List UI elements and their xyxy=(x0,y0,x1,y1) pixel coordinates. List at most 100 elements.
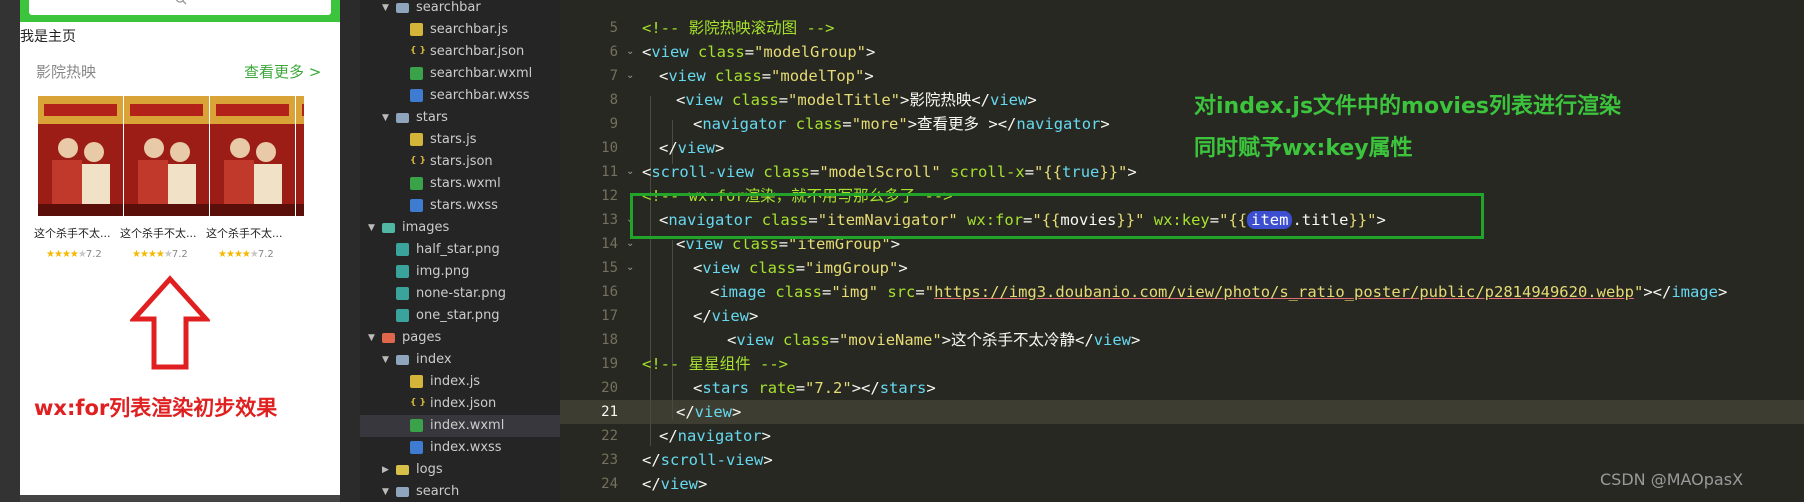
code-line[interactable]: <stars rate="7.2"></stars> xyxy=(693,376,936,400)
png-file-icon xyxy=(396,287,409,300)
code-token: view xyxy=(702,259,740,277)
code-token: > xyxy=(763,451,773,469)
tree-item-index-wxss[interactable]: index.wxss xyxy=(360,437,560,459)
tree-item-searchbar-json[interactable]: { } searchbar.json xyxy=(360,41,560,63)
tree-item-label: logs xyxy=(416,462,443,477)
code-token: view xyxy=(990,91,1028,109)
movie-poster[interactable] xyxy=(124,96,209,216)
code-token: > xyxy=(1717,283,1728,301)
code-line[interactable]: <navigator class="more">查看更多 ></navigato… xyxy=(693,112,1110,136)
tree-item-label: search xyxy=(416,484,460,499)
tree-item-index[interactable]: ▼ index xyxy=(360,349,560,371)
code-line[interactable]: </view> xyxy=(693,304,758,328)
code-line[interactable]: </navigator> xyxy=(659,424,771,448)
indent-guide xyxy=(650,96,651,446)
search-input[interactable] xyxy=(29,0,331,15)
effect-caption: wx:for列表渲染初步效果 xyxy=(34,396,278,420)
tree-item-searchbar-wxml[interactable]: searchbar.wxml xyxy=(360,63,560,85)
code-token: {{ xyxy=(1043,163,1063,181)
tree-item-searchbar-wxss[interactable]: searchbar.wxss xyxy=(360,85,560,107)
code-line[interactable]: <view class="modelTitle">影院热映</view> xyxy=(676,88,1037,112)
preview-bottom-edge xyxy=(20,495,340,502)
tree-item-logs[interactable]: ▶ logs xyxy=(360,459,560,481)
tree-item-label: stars.wxml xyxy=(430,176,501,191)
folder-icon xyxy=(382,333,395,343)
line-number: 22 xyxy=(601,428,618,444)
code-line[interactable]: <view class="modelTop"> xyxy=(659,64,874,88)
tree-item-images[interactable]: ▼ images xyxy=(360,217,560,239)
chevron-down-icon[interactable]: ▼ xyxy=(382,349,392,371)
code-token: > xyxy=(698,475,708,493)
tree-item-index-wxml[interactable]: index.wxml xyxy=(360,415,560,437)
tree-item-none-star-png[interactable]: none-star.png xyxy=(360,283,560,305)
code-token: </ xyxy=(676,403,695,421)
chevron-right-icon[interactable]: ▶ xyxy=(382,459,392,481)
code-line[interactable]: <image class="img" src="https://img3.dou… xyxy=(710,280,1727,304)
tree-item-stars-js[interactable]: stars.js xyxy=(360,129,560,151)
movie-poster[interactable] xyxy=(296,96,304,216)
code-token: navigator xyxy=(1016,115,1101,133)
code-line[interactable]: </scroll-view> xyxy=(642,448,773,472)
code-line[interactable]: <scroll-view class="modelScroll" scroll-… xyxy=(642,160,1137,184)
code-token: </ xyxy=(659,427,678,445)
tree-item-searchbar[interactable]: ▼ searchbar xyxy=(360,0,560,19)
code-line[interactable]: </view> xyxy=(659,136,724,160)
tree-item-index-js[interactable]: index.js xyxy=(360,371,560,393)
code-line[interactable]: <view class="movieName">这个杀手不太冷静</view> xyxy=(727,328,1140,352)
tree-item-search[interactable]: ▼ search xyxy=(360,481,560,502)
code-token: >影院热映</ xyxy=(900,91,991,109)
png-file-icon xyxy=(396,265,409,278)
tree-item-stars-wxml[interactable]: stars.wxml xyxy=(360,173,560,195)
tree-item-stars-json[interactable]: { } stars.json xyxy=(360,151,560,173)
tree-item-label: searchbar xyxy=(416,0,481,15)
chevron-down-icon[interactable]: ▼ xyxy=(382,107,392,129)
star-icon: ★ xyxy=(163,249,173,260)
line-number: 10 xyxy=(601,140,618,156)
line-number: 19 xyxy=(601,356,618,372)
code-line[interactable]: </view> xyxy=(642,472,707,496)
tree-item-stars-wxss[interactable]: stars.wxss xyxy=(360,195,560,217)
code-token: > xyxy=(898,259,908,277)
more-link[interactable]: 查看更多 > xyxy=(244,61,321,82)
tree-item-label: half_star.png xyxy=(416,242,500,257)
movie-poster[interactable] xyxy=(210,96,295,216)
code-token: navigator xyxy=(677,427,762,445)
png-file-icon xyxy=(396,309,409,322)
code-line[interactable]: </view> xyxy=(676,400,741,424)
simulator-preview: 我是主页 影院热映 查看更多 > 这个杀手不太... ★★★★★7.2 这个杀手不太… xyxy=(20,0,340,495)
chevron-down-icon[interactable]: ▼ xyxy=(382,0,392,19)
chevron-down-icon[interactable]: ▼ xyxy=(368,327,378,349)
tree-item-index-json[interactable]: { } index.json xyxy=(360,393,560,415)
code-line[interactable]: <view class="modelGroup"> xyxy=(642,40,875,64)
code-line[interactable]: <!-- 影院热映滚动图 --> xyxy=(642,16,835,40)
chevron-down-icon[interactable]: ▼ xyxy=(368,217,378,239)
code-token: view xyxy=(651,43,689,61)
fold-chevron-icon[interactable]: ⌄ xyxy=(626,160,638,184)
tree-item-pages[interactable]: ▼ pages xyxy=(360,327,560,349)
star-icon: ★ xyxy=(132,249,141,260)
chevron-down-icon[interactable]: ▼ xyxy=(382,481,392,502)
movie-poster[interactable] xyxy=(38,96,123,216)
tree-item-half-star-png[interactable]: half_star.png xyxy=(360,239,560,261)
line-number: 6 xyxy=(609,44,618,60)
fold-chevron-icon[interactable]: ⌄ xyxy=(626,256,638,280)
fold-chevron-icon[interactable]: ⌄ xyxy=(626,64,638,88)
json-file-icon: { } xyxy=(410,156,426,166)
code-line[interactable]: <!-- 星星组件 --> xyxy=(642,352,788,376)
code-token: stars xyxy=(879,379,927,397)
line-number: 24 xyxy=(601,476,618,492)
code-token: class xyxy=(763,163,811,181)
code-editor[interactable]: 5 <!-- 影院热映滚动图 --> 6 ⌄ <view class="modelGro… xyxy=(560,0,1804,502)
tree-item-one-star-png[interactable]: one_star.png xyxy=(360,305,560,327)
tree-item-stars[interactable]: ▼ stars xyxy=(360,107,560,129)
fold-chevron-icon[interactable]: ⌄ xyxy=(626,40,638,64)
tree-item-img-png[interactable]: img.png xyxy=(360,261,560,283)
section-title: 影院热映 xyxy=(36,63,97,81)
tree-item-searchbar-js[interactable]: searchbar.js xyxy=(360,19,560,41)
home-text: 我是主页 xyxy=(20,29,76,45)
code-token: <!-- 影院热映滚动图 --> xyxy=(642,19,835,37)
code-line[interactable]: <view class="imgGroup"> xyxy=(693,256,908,280)
